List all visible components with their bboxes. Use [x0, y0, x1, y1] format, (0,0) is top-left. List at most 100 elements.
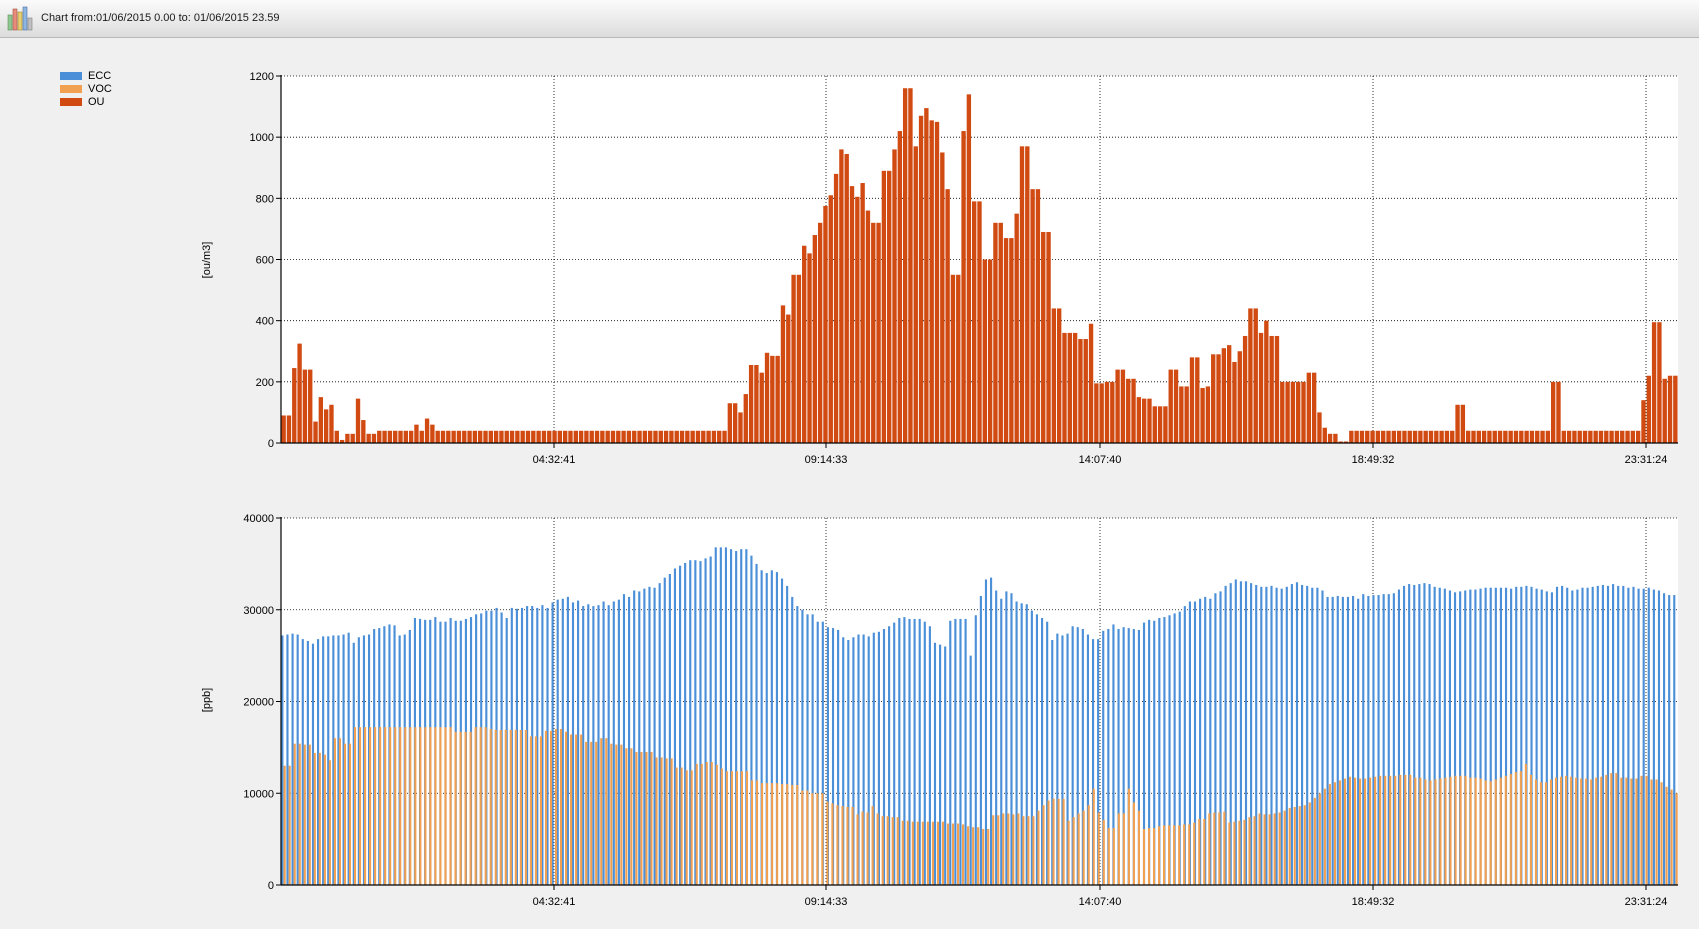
bar-voc: [1238, 820, 1241, 885]
bar-voc: [1544, 782, 1548, 885]
bar-voc: [459, 731, 462, 885]
bar-voc: [1047, 800, 1050, 885]
bar-voc: [972, 827, 975, 885]
bar-ecc: [592, 606, 595, 885]
bar-voc: [926, 821, 929, 885]
bar-voc: [1062, 798, 1065, 885]
bar-voc: [1409, 774, 1412, 885]
bar-voc: [781, 784, 784, 885]
bar-voc: [1152, 828, 1156, 885]
bar-ecc: [1321, 590, 1324, 885]
bar-voc: [539, 736, 543, 885]
bar-voc: [645, 751, 648, 885]
bar-ecc: [587, 604, 590, 885]
bar-voc: [464, 731, 467, 885]
bar-voc: [730, 771, 733, 885]
bar-ecc: [974, 615, 977, 885]
bar-ecc: [566, 596, 569, 885]
bar-voc: [1665, 786, 1668, 885]
bar-voc: [896, 817, 899, 885]
bar-voc: [1494, 779, 1497, 885]
bar-voc: [866, 812, 869, 885]
bar-voc: [1590, 779, 1593, 885]
bar-voc: [630, 748, 633, 885]
bar-ecc: [1316, 587, 1319, 885]
bar-voc: [615, 744, 618, 885]
bar-voc: [1183, 824, 1186, 885]
bar-voc: [1660, 782, 1663, 885]
bar-voc: [796, 784, 799, 885]
bar-voc: [1253, 816, 1256, 885]
bar-voc: [389, 727, 392, 885]
bar-ecc: [1346, 596, 1350, 885]
bar-voc: [1137, 810, 1140, 885]
x-tick-label: 18:49:32: [1352, 896, 1395, 908]
bar-voc: [308, 744, 311, 885]
bar-voc: [690, 770, 693, 885]
bar-voc: [715, 764, 718, 885]
bar-ecc: [1005, 591, 1008, 885]
bar-ecc: [1622, 585, 1625, 885]
bar-ecc: [1362, 594, 1365, 885]
bar-voc: [856, 814, 859, 885]
bar-voc: [1112, 828, 1115, 885]
bar-ecc: [984, 579, 988, 885]
bar-voc: [575, 734, 578, 885]
bar-voc: [941, 821, 945, 885]
bar-voc: [846, 807, 849, 885]
bar-voc: [1142, 829, 1146, 885]
bar-voc: [474, 727, 477, 885]
bar-ecc: [1637, 588, 1640, 885]
bar-voc: [1147, 828, 1151, 885]
bar-voc: [1429, 780, 1432, 885]
bar-ecc: [1632, 586, 1635, 885]
bar-voc: [1032, 816, 1035, 885]
bar-voc: [1122, 813, 1125, 885]
bar-voc: [936, 821, 939, 885]
bar-ecc: [1275, 587, 1278, 885]
bar-voc: [590, 741, 593, 885]
bar-ecc: [954, 618, 957, 885]
bar-voc: [1600, 776, 1603, 885]
bar-ecc: [1285, 586, 1288, 885]
bar-ecc: [1336, 595, 1339, 885]
bar-ecc: [1642, 588, 1645, 885]
bar-voc: [1615, 773, 1618, 885]
bar-ecc: [1663, 593, 1666, 885]
bar-voc: [595, 741, 598, 885]
bar-voc: [1313, 797, 1316, 885]
bar-voc: [358, 727, 362, 885]
bar-voc: [283, 765, 286, 885]
bar-voc: [620, 744, 623, 885]
bar-voc: [1223, 811, 1226, 885]
bar-voc: [1127, 788, 1130, 885]
bar-voc: [394, 727, 397, 885]
bar-voc: [836, 805, 839, 885]
bar-voc: [605, 738, 608, 885]
bar-voc: [534, 736, 537, 885]
bar-voc: [1414, 777, 1417, 885]
bar-voc: [585, 741, 588, 885]
bar-ecc: [1010, 593, 1013, 885]
bar-voc: [801, 790, 804, 885]
bar-ecc: [296, 634, 299, 885]
y-tick-label: 40000: [243, 513, 274, 525]
bar-voc: [725, 771, 728, 885]
bar-voc: [419, 727, 422, 885]
bar-voc: [565, 731, 568, 885]
bar-ecc: [1270, 585, 1273, 885]
bar-voc: [424, 727, 427, 885]
bar-voc: [791, 784, 794, 885]
bar-voc: [1474, 777, 1477, 885]
bar-ecc: [658, 583, 661, 885]
bar-ecc: [281, 635, 284, 885]
bar-voc: [1173, 825, 1176, 885]
bar-voc: [1595, 777, 1598, 885]
bar-voc: [313, 752, 316, 885]
bar-voc: [509, 729, 512, 885]
bar-voc: [600, 738, 603, 885]
bar-ecc: [1357, 598, 1360, 885]
bar-voc: [549, 730, 553, 885]
bar-voc: [1620, 777, 1623, 885]
bar-voc: [1489, 781, 1492, 885]
